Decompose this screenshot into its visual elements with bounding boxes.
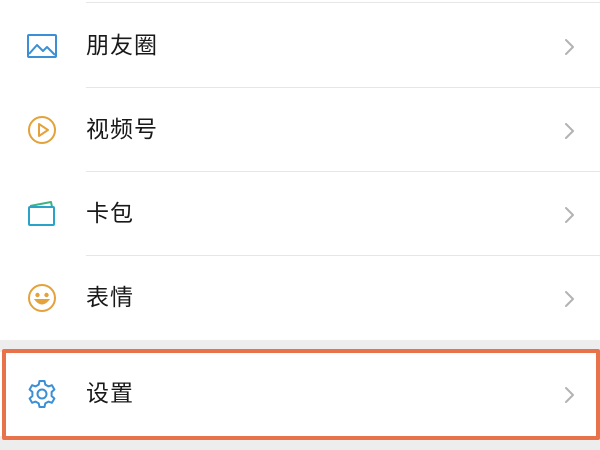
menu-item-card-wallet[interactable]: 卡包 [0,172,600,256]
chevron-right-icon [562,289,576,309]
card-wallet-icon [26,198,58,230]
menu-item-label: 视频号 [86,117,158,143]
sticker-smile-icon [26,282,58,314]
menu-group: 朋友圈 视频号 卡包 表情 [0,0,600,340]
chevron-right-icon [562,205,576,225]
chevron-right-icon [562,121,576,141]
menu-item-label: 设置 [86,381,134,407]
channels-play-icon [26,114,58,146]
divider [86,2,600,3]
menu-item-moments[interactable]: 朋友圈 [0,4,600,88]
moments-image-icon [26,30,58,62]
gear-icon [26,378,58,410]
menu-item-label: 卡包 [86,201,134,227]
chevron-right-icon [562,385,576,405]
menu-item-label: 表情 [86,285,134,311]
chevron-right-icon [562,37,576,57]
menu-item-settings[interactable]: 设置 [0,352,600,436]
menu-item-stickers[interactable]: 表情 [0,256,600,340]
me-tab-screen: 朋友圈 视频号 卡包 表情 设置 [0,0,600,450]
menu-item-channels[interactable]: 视频号 [0,88,600,172]
menu-item-label: 朋友圈 [86,33,158,59]
